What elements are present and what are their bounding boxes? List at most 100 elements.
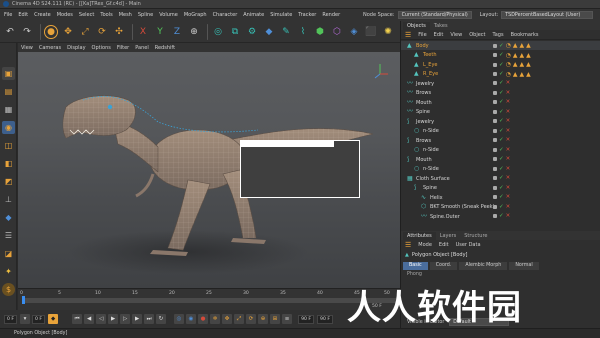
enabled-check-icon[interactable]: ✓: [499, 80, 504, 86]
render-icon[interactable]: ⚙: [245, 25, 259, 39]
x-axis-icon[interactable]: X: [136, 25, 150, 39]
prev-key-icon[interactable]: ◀: [84, 314, 95, 324]
layer-dot-icon[interactable]: [493, 128, 497, 133]
layer-dot-icon[interactable]: [493, 81, 497, 85]
timeline[interactable]: 0 5 10 15 20 25 30 35 40 45 50 50 F: [18, 288, 400, 310]
object-row[interactable]: 〰 Brows ✓ ✕: [401, 89, 600, 98]
object-name[interactable]: BKT Smooth (Sneak Peek): [430, 204, 495, 210]
enabled-check-icon[interactable]: ✓: [499, 204, 504, 210]
end-frame-field[interactable]: 90 F: [298, 314, 315, 324]
object-name[interactable]: n-Side: [423, 166, 439, 172]
objects-menu-bookmarks[interactable]: Bookmarks: [511, 32, 539, 38]
material-tag-icon[interactable]: ▲: [519, 52, 524, 59]
play-icon[interactable]: ▶: [108, 314, 119, 324]
deformer-icon[interactable]: ⬡: [330, 25, 344, 39]
object-name[interactable]: Helix: [430, 195, 443, 201]
viewport-menu-cameras[interactable]: Cameras: [39, 45, 61, 51]
menu-mesh[interactable]: Mesh: [119, 12, 132, 18]
visibility-x-icon[interactable]: ✕: [506, 128, 511, 134]
next-key-icon[interactable]: ▶: [132, 314, 143, 324]
object-row[interactable]: ○ n-Side ✓ ✕: [401, 165, 600, 174]
snap-icon[interactable]: ◎: [211, 25, 225, 39]
rotation-key-icon[interactable]: ⟳: [246, 314, 257, 324]
object-name[interactable]: Mouth: [416, 157, 432, 163]
tab-objects[interactable]: Objects: [403, 22, 430, 30]
enabled-check-icon[interactable]: ✓: [499, 166, 504, 172]
object-name[interactable]: Jewelry: [416, 119, 434, 125]
enabled-check-icon[interactable]: ✓: [499, 118, 504, 124]
start-frame-field[interactable]: 0 F: [4, 314, 18, 324]
phong-tag-icon[interactable]: ◔: [506, 71, 511, 78]
rotate-icon[interactable]: ⟳: [95, 25, 109, 39]
menu-select[interactable]: Select: [79, 12, 94, 18]
scale-key-icon[interactable]: ⤢: [234, 314, 245, 324]
viewport-menu-view[interactable]: View: [21, 45, 33, 51]
object-name[interactable]: n-Side: [423, 147, 439, 153]
enabled-check-icon[interactable]: ✓: [499, 109, 504, 115]
param-key-icon[interactable]: ⊕: [258, 314, 269, 324]
menu-mograph[interactable]: MoGraph: [184, 12, 207, 18]
object-row[interactable]: 〰 Mouth ✓ ✕: [401, 98, 600, 107]
material-tag-icon[interactable]: ▲: [519, 42, 524, 49]
object-name[interactable]: Body: [416, 43, 429, 49]
visibility-x-icon[interactable]: ✕: [506, 156, 511, 162]
enabled-check-icon[interactable]: ✓: [499, 194, 504, 200]
move-icon[interactable]: ✥: [61, 25, 75, 39]
timeline-playhead[interactable]: [22, 296, 25, 304]
z-axis-icon[interactable]: Z: [170, 25, 184, 39]
layer-dot-icon[interactable]: [493, 214, 497, 218]
material-tag-icon[interactable]: ▲: [513, 61, 518, 68]
object-row[interactable]: ▲ Body ✓ ◔ ▲ ▲ ▲: [401, 41, 600, 50]
visibility-x-icon[interactable]: ✕: [506, 80, 511, 86]
menu-volume[interactable]: Volume: [159, 12, 178, 18]
viewport-menu-filter[interactable]: Filter: [117, 45, 129, 51]
visibility-x-icon[interactable]: ✕: [506, 166, 511, 172]
menu-create[interactable]: Create: [34, 12, 51, 18]
layer-dot-icon[interactable]: [493, 43, 497, 48]
snap-settings-icon[interactable]: ☰: [2, 229, 15, 242]
node-space-select[interactable]: Current (Standard/Physical): [397, 11, 472, 19]
object-name[interactable]: Mouth: [416, 100, 432, 106]
visibility-x-icon[interactable]: ✕: [506, 185, 511, 191]
menu-tools[interactable]: Tools: [100, 12, 112, 18]
menu-edit[interactable]: Edit: [18, 12, 28, 18]
visibility-x-icon[interactable]: ✕: [506, 204, 511, 210]
enabled-check-icon[interactable]: ✓: [499, 213, 504, 219]
light-icon[interactable]: ✺: [381, 25, 395, 39]
enabled-check-icon[interactable]: ✓: [499, 175, 504, 181]
material-tag-icon[interactable]: ▲: [513, 52, 518, 59]
subdivision-icon[interactable]: ⬢: [313, 25, 327, 39]
model-mode-icon[interactable]: ▣: [2, 67, 15, 80]
material-tag-icon[interactable]: ▲: [513, 71, 518, 78]
current-frame-field[interactable]: 0 F: [32, 314, 46, 324]
object-row[interactable]: ∿ Helix ✓ ✕: [401, 193, 600, 202]
layer-dot-icon[interactable]: [493, 90, 497, 95]
object-name[interactable]: Brows: [416, 138, 431, 144]
menu-toggle-icon[interactable]: ☰: [405, 31, 411, 39]
object-row[interactable]: ▲ L_Eye ✓ ◔ ▲ ▲ ▲: [401, 60, 600, 69]
enabled-check-icon[interactable]: ✓: [499, 137, 504, 143]
object-name[interactable]: Cloth Surface: [416, 176, 450, 182]
viewport-menu-display[interactable]: Display: [67, 45, 85, 51]
viewport-menu-panel[interactable]: Panel: [135, 45, 149, 51]
enabled-check-icon[interactable]: ✓: [499, 90, 504, 96]
object-row[interactable]: ⟆ Brows ✓ ✕: [401, 136, 600, 145]
layer-dot-icon[interactable]: [493, 176, 497, 180]
menu-simulate[interactable]: Simulate: [270, 12, 292, 18]
keyframe-icon[interactable]: ◆: [48, 314, 59, 324]
layer-dot-icon[interactable]: [493, 157, 497, 161]
enabled-check-icon[interactable]: ✓: [499, 43, 504, 49]
go-to-end-icon[interactable]: ⏭: [144, 314, 155, 324]
object-row[interactable]: ○ n-Side ✓ ✕: [401, 146, 600, 155]
pla-key-icon[interactable]: ⊞: [270, 314, 281, 324]
enabled-check-icon[interactable]: ✓: [499, 185, 504, 191]
attr-btn-basic[interactable]: Basic: [403, 262, 428, 270]
attributes-menu-mode[interactable]: Mode: [418, 242, 432, 248]
tab-attributes[interactable]: Attributes: [403, 232, 436, 240]
object-row[interactable]: ⟆ Mouth ✓ ✕: [401, 155, 600, 164]
layer-dot-icon[interactable]: [493, 138, 497, 142]
tab-layers[interactable]: Layers: [436, 232, 461, 240]
render-view-icon[interactable]: ⧉: [228, 25, 242, 39]
brush-icon[interactable]: ✦: [2, 265, 15, 278]
scale-icon[interactable]: ⤢: [78, 25, 92, 39]
